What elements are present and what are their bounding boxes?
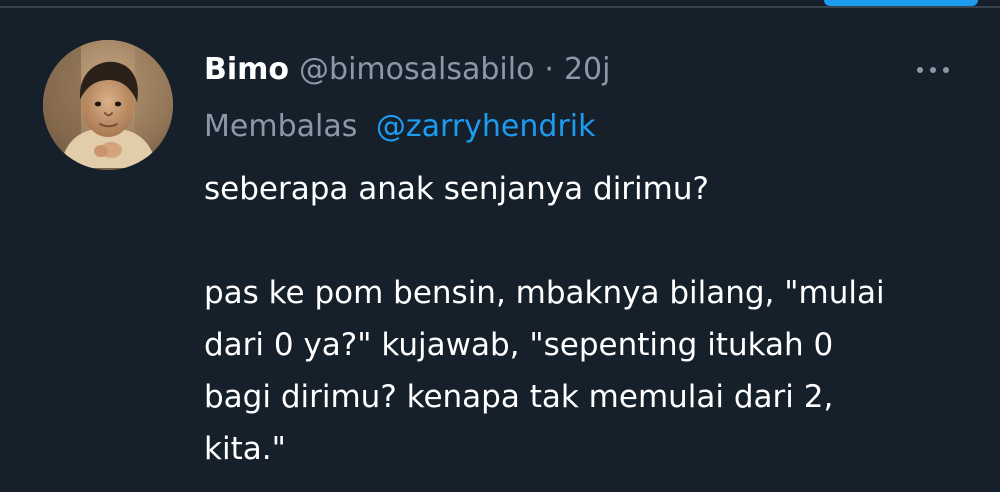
tweet-line: pas ke pom bensin, mbaknya bilang, "mula…: [204, 275, 885, 311]
paragraph-break: [204, 215, 974, 267]
more-horizontal-icon: [917, 67, 949, 73]
tweet-line: bagi dirimu? kenapa tak memulai dari 2,: [204, 379, 834, 415]
reply-context: Membalas @zarryhendrik: [204, 107, 596, 147]
tweet-line: seberapa anak senjanya dirimu?: [204, 171, 709, 207]
tweet-line: dari 0 ya?" kujawab, "sepenting itukah 0: [204, 327, 834, 363]
reply-mention-link[interactable]: @zarryhendrik: [376, 109, 596, 144]
top-divider: [0, 6, 1000, 8]
header-separator: ·: [544, 52, 554, 87]
profile-photo-icon: [43, 40, 173, 170]
more-options-button[interactable]: [905, 56, 961, 84]
tweet-text: seberapa anak senjanya dirimu? pas ke po…: [204, 163, 974, 475]
tweet-screenshot: Bimo @bimosalsabilo · 20j Membalas @zarr…: [0, 0, 1000, 492]
user-handle[interactable]: @bimosalsabilo: [299, 49, 534, 91]
reply-prefix: Membalas: [204, 109, 358, 144]
avatar[interactable]: [43, 40, 173, 170]
top-accent-tab: [824, 0, 978, 6]
timestamp[interactable]: 20j: [564, 49, 611, 91]
tweet-line: kita.": [204, 431, 286, 467]
display-name[interactable]: Bimo: [204, 49, 289, 91]
tweet-header: Bimo @bimosalsabilo · 20j: [204, 49, 610, 91]
